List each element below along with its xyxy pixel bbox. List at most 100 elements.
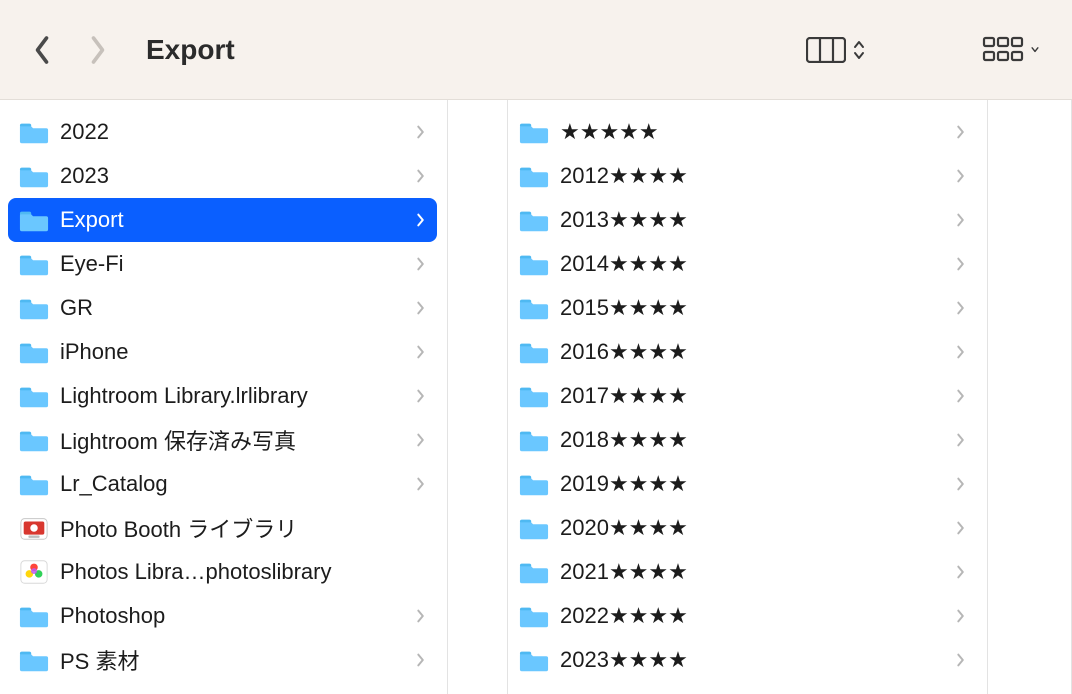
folder-name: 2020★★★★ bbox=[560, 515, 955, 541]
folder-row[interactable]: 2014★★★★ bbox=[508, 242, 977, 286]
folder-name: 2015★★★★ bbox=[560, 295, 955, 321]
chevron-down-icon bbox=[1030, 39, 1040, 61]
folder-icon bbox=[18, 160, 50, 192]
folder-icon bbox=[518, 336, 550, 368]
folder-row[interactable]: Photos Libra…photoslibrary bbox=[8, 550, 437, 594]
folder-icon bbox=[518, 468, 550, 500]
folder-row[interactable]: Eye-Fi bbox=[8, 242, 437, 286]
folder-name: Photos Libra…photoslibrary bbox=[60, 559, 427, 585]
folder-icon bbox=[18, 644, 50, 676]
chevron-right-icon bbox=[955, 475, 967, 493]
folder-icon bbox=[518, 380, 550, 412]
photobooth-icon bbox=[18, 512, 50, 544]
folder-name: 2019★★★★ bbox=[560, 471, 955, 497]
chevron-right-icon bbox=[955, 299, 967, 317]
folder-icon bbox=[518, 292, 550, 324]
folder-row[interactable]: ★★★★★ bbox=[508, 110, 977, 154]
folder-row[interactable]: 2018★★★★ bbox=[508, 418, 977, 462]
folder-row[interactable]: 2012★★★★ bbox=[508, 154, 977, 198]
folder-name: Photoshop bbox=[60, 603, 415, 629]
chevron-right-icon bbox=[955, 519, 967, 537]
chevron-updown-icon bbox=[852, 39, 866, 61]
forward-button[interactable] bbox=[84, 36, 112, 64]
view-columns-button[interactable] bbox=[802, 33, 870, 67]
folder-row[interactable]: 2023★★★★ bbox=[508, 638, 977, 682]
photos-icon bbox=[18, 556, 50, 588]
back-button[interactable] bbox=[28, 36, 56, 64]
folder-icon bbox=[518, 644, 550, 676]
folder-row[interactable]: 2022★★★★ bbox=[508, 594, 977, 638]
folder-icon bbox=[518, 556, 550, 588]
folder-row[interactable]: Lr_Catalog bbox=[8, 462, 437, 506]
chevron-right-icon bbox=[955, 651, 967, 669]
column-child[interactable]: ★★★★★ 2012★★★★ 2013★★★★ 2014★★★★ 2015★★★… bbox=[508, 100, 988, 694]
folder-row[interactable]: 2015★★★★ bbox=[508, 286, 977, 330]
folder-name: iPhone bbox=[60, 339, 415, 365]
column-view: 2022 2023 Export Eye-Fi GR iPhone Lightr… bbox=[0, 100, 1072, 694]
chevron-right-icon bbox=[87, 35, 109, 65]
folder-icon bbox=[518, 204, 550, 236]
folder-row[interactable]: 2022 bbox=[8, 110, 437, 154]
chevron-right-icon bbox=[955, 255, 967, 273]
folder-name: Export bbox=[60, 207, 415, 233]
column-parent[interactable]: 2022 2023 Export Eye-Fi GR iPhone Lightr… bbox=[0, 100, 448, 694]
folder-row[interactable]: Lightroom Library.lrlibrary bbox=[8, 374, 437, 418]
folder-row[interactable]: 2020★★★★ bbox=[508, 506, 977, 550]
folder-name: 2022★★★★ bbox=[560, 603, 955, 629]
folder-name: Photo Booth ライブラリ bbox=[60, 512, 427, 544]
chevron-right-icon bbox=[955, 167, 967, 185]
gallery-icon bbox=[982, 36, 1024, 64]
folder-name: 2021★★★★ bbox=[560, 559, 955, 585]
finder-window: Export bbox=[0, 0, 1072, 694]
chevron-right-icon bbox=[955, 123, 967, 141]
folder-name: PS 素材 bbox=[60, 644, 415, 676]
chevron-right-icon bbox=[415, 299, 427, 317]
view-controls bbox=[802, 32, 1044, 68]
folder-row[interactable]: 2016★★★★ bbox=[508, 330, 977, 374]
folder-name: Lightroom Library.lrlibrary bbox=[60, 383, 415, 409]
chevron-right-icon bbox=[955, 563, 967, 581]
folder-row[interactable]: 2021★★★★ bbox=[508, 550, 977, 594]
folder-icon bbox=[18, 600, 50, 632]
chevron-right-icon bbox=[415, 607, 427, 625]
view-gallery-button[interactable] bbox=[978, 32, 1044, 68]
window-title: Export bbox=[146, 34, 235, 66]
folder-icon bbox=[518, 160, 550, 192]
folder-row[interactable]: 2019★★★★ bbox=[508, 462, 977, 506]
folder-row[interactable]: GR bbox=[8, 286, 437, 330]
folder-row[interactable]: Photo Booth ライブラリ bbox=[8, 506, 437, 550]
folder-name: 2017★★★★ bbox=[560, 383, 955, 409]
chevron-right-icon bbox=[955, 387, 967, 405]
folder-name: 2023 bbox=[60, 163, 415, 189]
folder-row[interactable]: 2023 bbox=[8, 154, 437, 198]
folder-name: Lightroom 保存済み写真 bbox=[60, 424, 415, 456]
folder-icon bbox=[18, 468, 50, 500]
folder-row[interactable]: 2013★★★★ bbox=[508, 198, 977, 242]
chevron-right-icon bbox=[415, 343, 427, 361]
chevron-right-icon bbox=[955, 431, 967, 449]
folder-icon bbox=[18, 336, 50, 368]
folder-icon bbox=[518, 248, 550, 280]
folder-name: 2013★★★★ bbox=[560, 207, 955, 233]
folder-row[interactable]: iPhone bbox=[8, 330, 437, 374]
folder-row[interactable]: Lightroom 保存済み写真 bbox=[8, 418, 437, 462]
folder-icon bbox=[18, 380, 50, 412]
folder-row[interactable]: Export bbox=[8, 198, 437, 242]
folder-row[interactable]: Photoshop bbox=[8, 594, 437, 638]
columns-icon bbox=[806, 37, 846, 63]
folder-name: 2018★★★★ bbox=[560, 427, 955, 453]
chevron-right-icon bbox=[415, 651, 427, 669]
folder-row[interactable]: 2017★★★★ bbox=[508, 374, 977, 418]
folder-row[interactable]: PS 素材 bbox=[8, 638, 437, 682]
folder-icon bbox=[18, 116, 50, 148]
folder-name: 2014★★★★ bbox=[560, 251, 955, 277]
folder-icon bbox=[18, 424, 50, 456]
toolbar: Export bbox=[0, 0, 1072, 100]
folder-name: 2023★★★★ bbox=[560, 647, 955, 673]
folder-icon bbox=[18, 204, 50, 236]
column-empty bbox=[988, 100, 1072, 694]
chevron-right-icon bbox=[415, 431, 427, 449]
column-spacer bbox=[448, 100, 508, 694]
folder-icon bbox=[518, 116, 550, 148]
chevron-right-icon bbox=[955, 211, 967, 229]
